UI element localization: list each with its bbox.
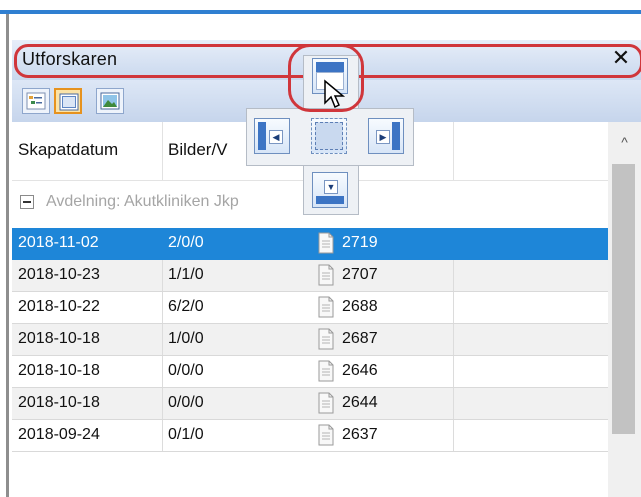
arrow-right-icon: ▶ [376, 130, 390, 144]
left-border [6, 14, 9, 497]
table-row[interactable]: 2018-10-22 6/2/0 2688 [12, 292, 608, 324]
document-icon [318, 232, 334, 254]
arrow-left-icon: ◀ [269, 130, 283, 144]
exam-table: Skapatdatum Bilder/V Avdelning: Akutklin… [12, 122, 608, 497]
table-row[interactable]: 2018-10-18 0/0/0 2644 [12, 388, 608, 420]
window-accent-line [0, 10, 641, 14]
panel-title: Utforskaren [22, 49, 118, 69]
column-header-created-date[interactable]: Skapatdatum [18, 140, 118, 160]
tree-view-button[interactable] [22, 88, 50, 114]
detail-view-icon [59, 93, 79, 111]
created-date-cell: 2018-10-18 [18, 394, 100, 411]
images-count-cell: 0/0/0 [168, 394, 204, 411]
dock-center-button[interactable] [311, 118, 347, 154]
exam-id-cell: 2637 [342, 426, 378, 443]
scroll-thumb[interactable] [612, 164, 635, 434]
dock-left-pane-icon [258, 122, 266, 150]
image-view-button[interactable] [96, 88, 124, 114]
arrow-down-icon: ▼ [324, 180, 338, 194]
document-icon [318, 296, 334, 318]
table-rows: 2018-11-02 2/0/0 2719 2018-10-23 1/1/0 2707 20… [12, 228, 608, 452]
column-separator [453, 324, 454, 355]
exam-id-cell: 2644 [342, 394, 378, 411]
dock-top-body-icon [316, 72, 344, 90]
images-count-cell: 0/0/0 [168, 362, 204, 379]
images-count-cell: 6/2/0 [168, 298, 204, 315]
column-separator [453, 228, 454, 259]
group-label: Avdelning: Akutkliniken Jkp [46, 193, 239, 210]
exam-id-cell: 2687 [342, 330, 378, 347]
created-date-cell: 2018-11-02 [18, 234, 99, 251]
created-date-cell: 2018-10-23 [18, 266, 100, 283]
images-count-cell: 2/0/0 [168, 234, 204, 251]
scroll-up-button[interactable]: ^ [608, 122, 641, 162]
exam-id-cell: 2719 [342, 234, 378, 251]
column-separator [453, 356, 454, 387]
image-view-icon [100, 92, 120, 110]
dock-right-pane-icon [392, 122, 400, 150]
column-separator [162, 420, 163, 451]
dock-top-button[interactable] [312, 58, 348, 94]
table-row[interactable]: 2018-11-02 2/0/0 2719 [12, 228, 608, 260]
document-icon [318, 392, 334, 414]
column-separator [162, 292, 163, 323]
exam-id-cell: 2707 [342, 266, 378, 283]
column-separator [162, 324, 163, 355]
table-row[interactable]: 2018-10-18 0/0/0 2646 [12, 356, 608, 388]
created-date-cell: 2018-10-22 [18, 298, 100, 315]
column-separator [162, 260, 163, 291]
created-date-cell: 2018-10-18 [18, 362, 100, 379]
dock-left-button[interactable]: ◀ [254, 118, 290, 154]
column-header-images[interactable]: Bilder/V [168, 140, 228, 160]
created-date-cell: 2018-10-18 [18, 330, 100, 347]
table-row[interactable]: 2018-10-18 1/0/0 2687 [12, 324, 608, 356]
detail-view-button[interactable] [54, 88, 82, 114]
dock-bottom-button[interactable]: ▼ [312, 172, 348, 208]
explorer-panel: Utforskaren ✕ Skapatdatum Bilder/V Avdel… [12, 40, 641, 497]
column-separator [453, 292, 454, 323]
close-button[interactable]: ✕ [609, 46, 633, 70]
column-separator [453, 260, 454, 291]
document-icon [318, 328, 334, 350]
collapse-toggle[interactable] [20, 195, 34, 209]
document-icon [318, 264, 334, 286]
document-icon [318, 360, 334, 382]
dock-top-pane-icon [316, 62, 344, 72]
images-count-cell: 1/1/0 [168, 266, 204, 283]
document-icon [318, 424, 334, 446]
dock-right-button[interactable]: ▶ [368, 118, 404, 154]
exam-id-cell: 2688 [342, 298, 378, 315]
exam-id-cell: 2646 [342, 362, 378, 379]
table-row[interactable]: 2018-10-23 1/1/0 2707 [12, 260, 608, 292]
column-separator [162, 228, 163, 259]
column-separator[interactable] [453, 122, 454, 180]
tree-view-icon [26, 92, 46, 110]
table-row[interactable]: 2018-09-24 0/1/0 2637 [12, 420, 608, 452]
vertical-scrollbar[interactable]: ^ [608, 122, 641, 497]
dock-bottom-pane-icon [316, 196, 344, 204]
column-separator [453, 420, 454, 451]
group-row[interactable]: Avdelning: Akutkliniken Jkp [12, 180, 608, 228]
column-separator[interactable] [162, 122, 163, 180]
column-separator [453, 388, 454, 419]
images-count-cell: 0/1/0 [168, 426, 204, 443]
column-separator [162, 388, 163, 419]
table-header: Skapatdatum Bilder/V [12, 122, 608, 181]
dock-center-icon [315, 122, 343, 150]
created-date-cell: 2018-09-24 [18, 426, 100, 443]
column-separator [162, 356, 163, 387]
images-count-cell: 1/0/0 [168, 330, 204, 347]
